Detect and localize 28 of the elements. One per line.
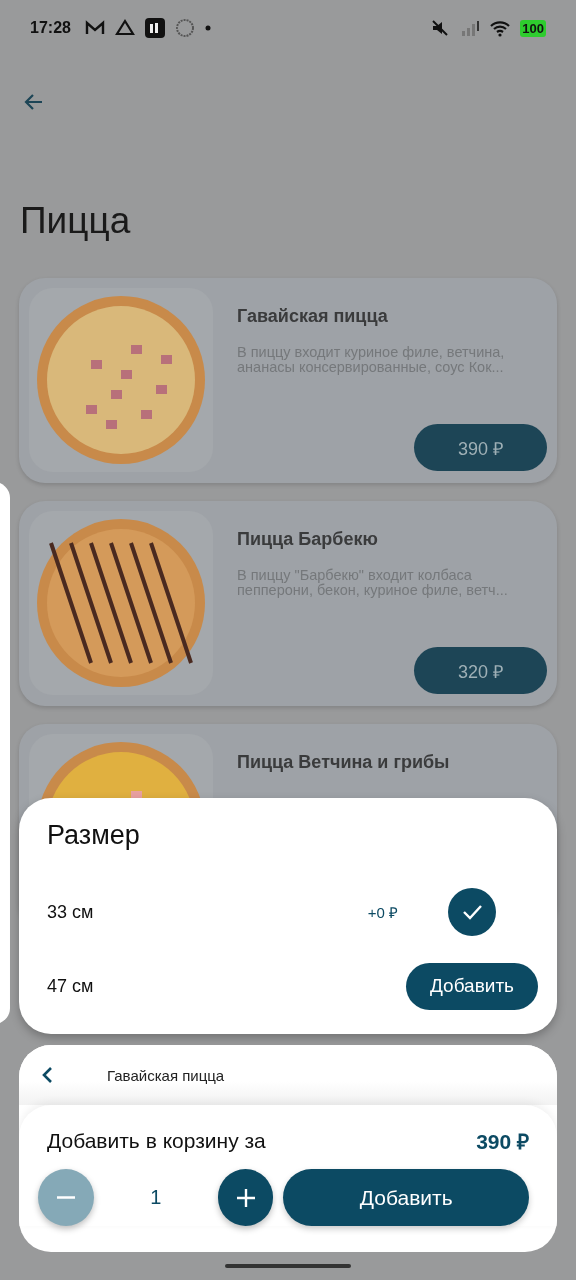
dot-icon: [204, 25, 211, 31]
product-name: Гавайская пицца: [107, 1066, 225, 1084]
sheet-title: Размер: [47, 820, 141, 851]
plus-button[interactable]: [217, 1169, 274, 1226]
add-to-cart-button[interactable]: Добавить: [283, 1169, 529, 1226]
minus-icon: [56, 1196, 75, 1199]
plus-icon: [234, 1186, 257, 1209]
check-icon[interactable]: [448, 888, 496, 936]
triangle-icon: [114, 18, 135, 38]
total-label: Добавить в корзину за: [47, 1129, 266, 1153]
battery-level: 100: [520, 19, 546, 37]
product-name: Пицца Барбекю: [237, 529, 379, 550]
signal-icon: [460, 18, 481, 38]
page-title: Пицца: [19, 199, 132, 243]
quantity: 1: [149, 1186, 163, 1209]
total-price: 390 ₽: [476, 1129, 529, 1155]
product-name: Пицца Ветчина и грибы: [237, 752, 451, 773]
product-name: Гавайская пицца: [237, 306, 389, 327]
app-icon: [144, 18, 165, 38]
size-label: 33 см: [47, 901, 95, 923]
price-button[interactable]: 390 ₽: [414, 424, 547, 471]
price-button[interactable]: 320 ₽: [414, 647, 547, 694]
size-label: 47 см: [47, 975, 95, 997]
wifi-icon: [490, 18, 511, 38]
extra-price: +0 ₽: [367, 903, 398, 922]
add-button[interactable]: Добавить: [406, 962, 538, 1010]
chevron-left-icon[interactable]: [41, 1066, 55, 1084]
status-time: 17:28: [30, 19, 71, 37]
